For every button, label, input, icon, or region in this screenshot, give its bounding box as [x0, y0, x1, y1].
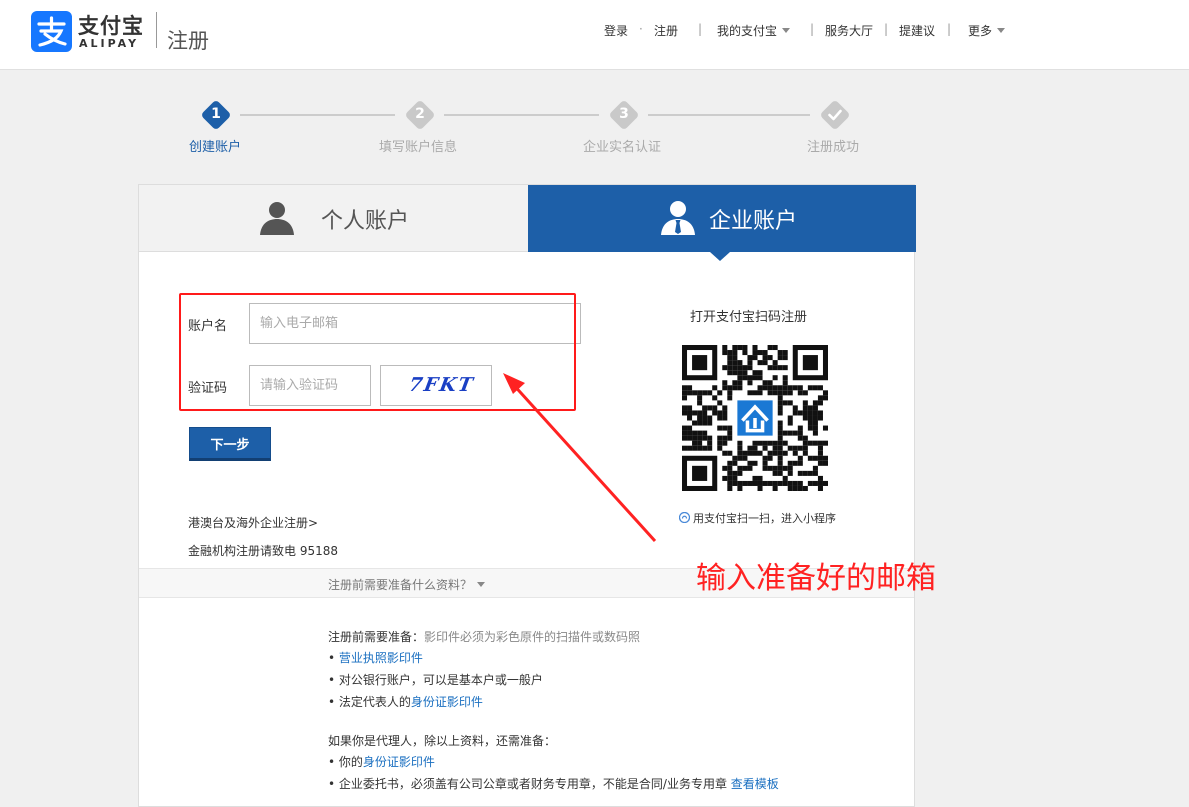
annotation-text: 输入准备好的邮箱 — [696, 561, 936, 596]
annotation-arrow-icon — [503, 373, 657, 543]
